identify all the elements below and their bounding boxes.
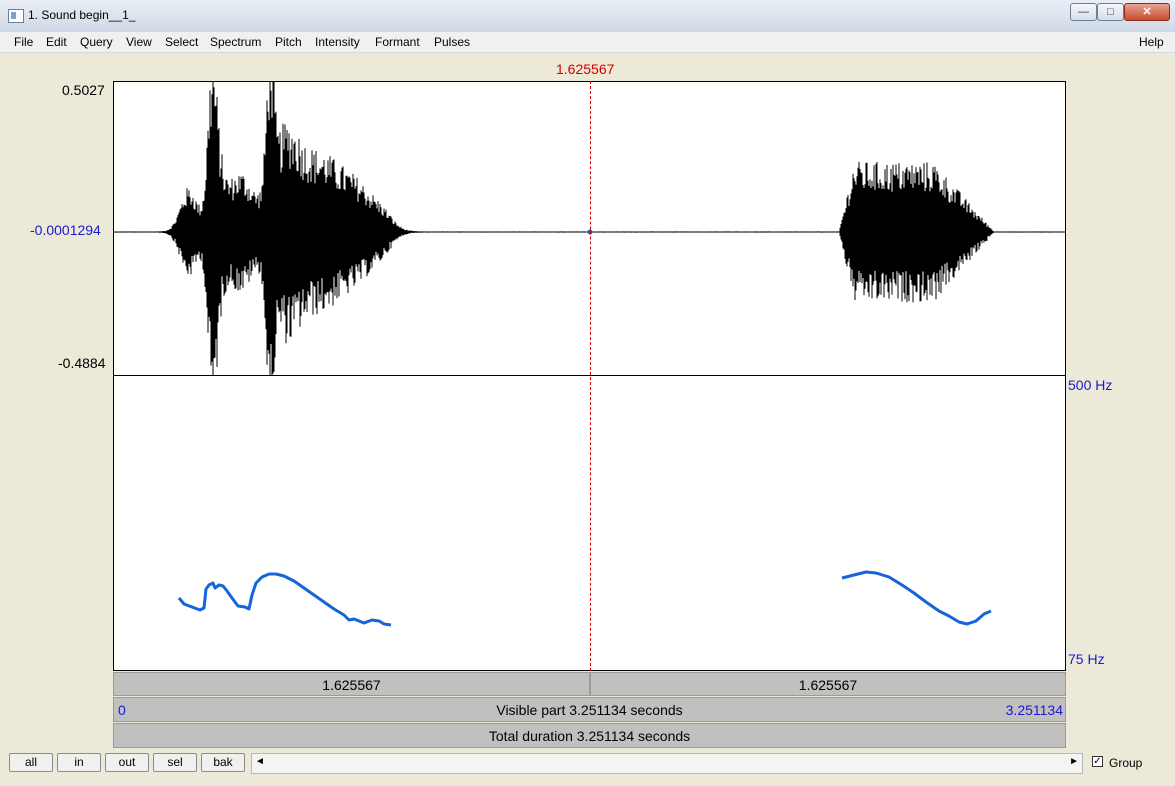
menu-pulses[interactable]: Pulses (434, 35, 470, 49)
amplitude-min-label: -0.4884 (58, 355, 106, 371)
cursor-line[interactable] (590, 81, 591, 671)
zoom-all-button[interactable]: all (9, 753, 53, 772)
total-duration-bar[interactable]: Total duration 3.251134 seconds (113, 723, 1066, 748)
visible-part-bar[interactable]: 0 Visible part 3.251134 seconds 3.251134 (113, 697, 1066, 722)
minimize-button[interactable]: — (1070, 3, 1097, 21)
zoom-back-button[interactable]: bak (201, 753, 245, 772)
group-label: Group (1109, 756, 1143, 770)
amplitude-cursor-label: -0.0001294 (30, 222, 101, 238)
zoom-selection-button[interactable]: sel (153, 753, 197, 772)
pitch-contour-2 (841, 570, 992, 626)
pitch-max-label: 500 Hz (1068, 377, 1113, 393)
pitch-min-label: 75 Hz (1068, 651, 1105, 667)
menu-file[interactable]: File (14, 35, 33, 49)
zoom-in-button[interactable]: in (57, 753, 101, 772)
selection-right-bar[interactable]: 1.625567 (590, 672, 1066, 696)
scroll-left-icon[interactable]: ◄ (255, 756, 265, 767)
menu-query[interactable]: Query (80, 35, 113, 49)
menu-spectrum[interactable]: Spectrum (210, 35, 261, 49)
scroll-right-icon[interactable]: ► (1069, 756, 1079, 767)
time-scrollbar[interactable]: ◄ ► (251, 753, 1083, 774)
menu-pitch[interactable]: Pitch (275, 35, 302, 49)
close-button[interactable]: ✕ (1124, 3, 1170, 21)
zoom-out-button[interactable]: out (105, 753, 149, 772)
menu-help[interactable]: Help (1139, 35, 1164, 49)
maximize-button[interactable]: □ (1097, 3, 1124, 21)
group-checkbox[interactable]: ✓ (1092, 756, 1103, 767)
amplitude-max-label: 0.5027 (62, 82, 105, 98)
menu-view[interactable]: View (126, 35, 152, 49)
menu-intensity[interactable]: Intensity (315, 35, 360, 49)
pitch-contour-1 (177, 572, 392, 627)
menu-bar: File Edit Query View Select Spectrum Pit… (0, 32, 1175, 53)
cursor-time-label: 1.625567 (556, 61, 615, 77)
selection-left-bar[interactable]: 1.625567 (113, 672, 590, 696)
menu-formant[interactable]: Formant (375, 35, 420, 49)
visible-start-time: 0 (118, 702, 126, 718)
visible-end-time: 3.251134 (1005, 702, 1063, 718)
menu-edit[interactable]: Edit (46, 35, 67, 49)
title-bar[interactable]: 1. Sound begin__1_ — □ ✕ (0, 0, 1175, 33)
menu-select[interactable]: Select (165, 35, 198, 49)
visible-part-text: Visible part 3.251134 seconds (496, 702, 683, 718)
app-icon (8, 9, 24, 23)
window-title: 1. Sound begin__1_ (28, 8, 136, 22)
